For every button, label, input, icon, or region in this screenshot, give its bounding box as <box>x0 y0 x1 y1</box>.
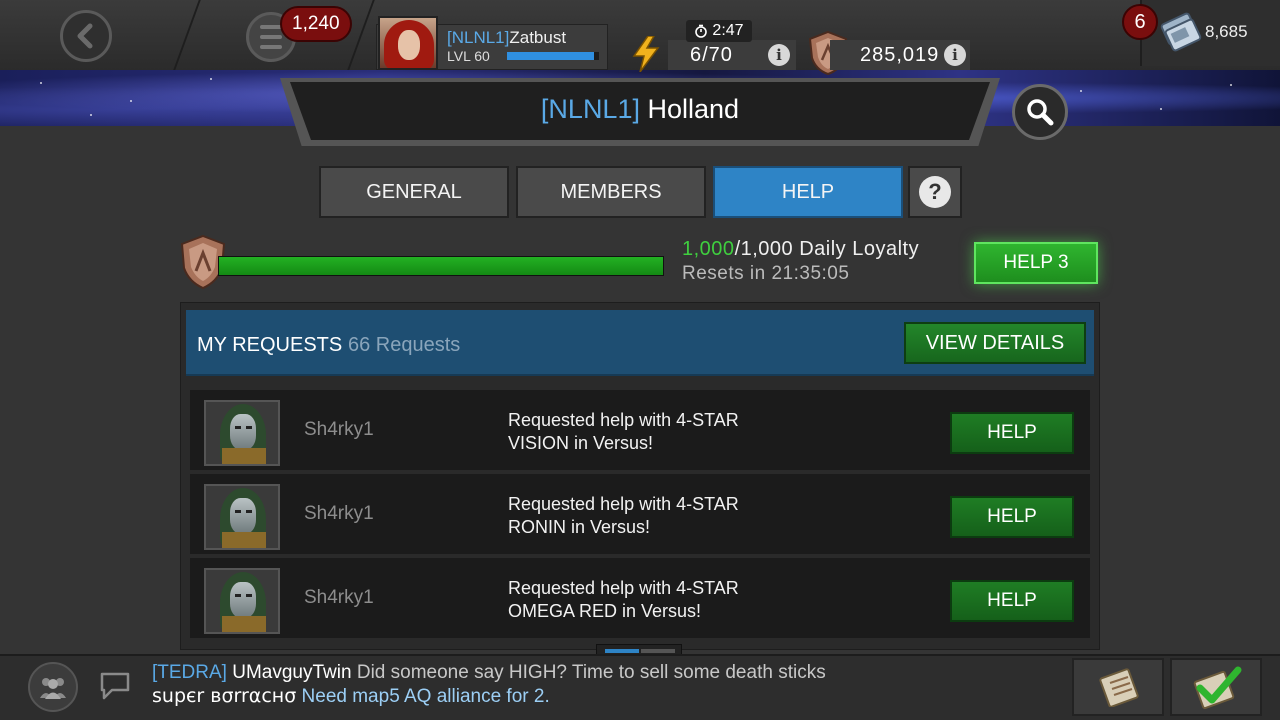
xp-bar <box>507 52 599 60</box>
help-button[interactable]: HELP <box>950 412 1074 454</box>
daily-loyalty-text: 1,000/1,000 Daily Loyalty <box>682 238 919 261</box>
alliance-members-button[interactable] <box>28 662 78 712</box>
player-alliance-tag: [NLNL1] <box>447 28 510 47</box>
chat-message: supєr вσrrαcнσ Need map5 AQ alliance for… <box>152 685 550 708</box>
question-icon: ? <box>919 176 951 208</box>
checkmark-icon <box>1193 666 1242 710</box>
xp-bar-fill <box>507 52 595 60</box>
request-message: Requested help with 4-STAR OMEGA RED in … <box>508 578 739 621</box>
info-icon[interactable]: i <box>768 44 790 66</box>
alliance-members-icon <box>40 678 66 699</box>
completed-button[interactable] <box>1170 658 1262 716</box>
view-details-button[interactable]: VIEW DETAILS <box>904 322 1086 364</box>
request-user[interactable]: Sh4rky1 <box>304 503 374 525</box>
search-icon <box>1027 99 1054 126</box>
chat-user[interactable]: UMavguyTwin <box>232 662 351 683</box>
request-row: Sh4rky1 Requested help with 4-STAR OMEGA… <box>190 558 1090 638</box>
energy-icon <box>632 36 660 72</box>
request-row: Sh4rky1 Requested help with 4-STAR RONIN… <box>190 474 1090 554</box>
loyalty-total: 285,019 <box>860 44 940 66</box>
tab-general[interactable]: GENERAL <box>319 166 509 218</box>
quests-button[interactable] <box>1072 658 1164 716</box>
units-notification-badge: 6 <box>1122 4 1158 40</box>
tab-help[interactable]: HELP <box>713 166 903 218</box>
loyalty-reset-timer: Resets in 21:35:05 <box>682 263 850 284</box>
chat-bubble-icon[interactable] <box>98 668 132 702</box>
request-user[interactable]: Sh4rky1 <box>304 419 374 441</box>
units-value: 8,685 <box>1205 22 1248 41</box>
chat-message: [TEDRA] UMavguyTwin Did someone say HIGH… <box>152 662 826 684</box>
chat-text: Did someone say HIGH? Time to sell some … <box>356 662 826 683</box>
chat-text: Need map5 AQ alliance for 2. <box>301 686 550 707</box>
request-row: Sh4rky1 Requested help with 4-STAR VISIO… <box>190 390 1090 470</box>
timer-icon <box>695 24 708 38</box>
daily-loyalty-max: /1,000 Daily Loyalty <box>734 238 920 260</box>
my-requests-title: MY REQUESTS <box>197 334 343 356</box>
player-level: LVL 60 <box>447 48 490 64</box>
daily-loyalty-current: 1,000 <box>682 238 735 260</box>
request-message: Requested help with 4-STAR RONIN in Vers… <box>508 494 739 537</box>
alliance-name: Holland <box>647 94 740 124</box>
menu-icon <box>260 22 282 52</box>
energy-value: 6/70 <box>690 44 733 66</box>
player-name: [NLNL1]Zatbust <box>447 28 566 48</box>
daily-loyalty-progress <box>218 256 664 276</box>
player-avatar[interactable] <box>378 16 438 70</box>
alliance-name-banner: [NLNL1] Holland <box>280 78 1000 146</box>
player-name-text: Zatbust <box>509 28 567 47</box>
menu-notification-badge: 1,240 <box>280 6 352 42</box>
help-info-button[interactable]: ? <box>908 166 962 218</box>
back-icon <box>77 23 93 49</box>
alliance-title: [NLNL1] Holland <box>280 94 1000 125</box>
back-button[interactable] <box>60 10 112 62</box>
champion-portrait <box>204 568 280 634</box>
chat-user[interactable]: supєr вσrrαcнσ <box>152 685 296 707</box>
daily-loyalty-progress-fill <box>219 257 663 275</box>
search-button[interactable] <box>1012 84 1068 140</box>
energy-timer-text: 2:47 <box>712 22 744 39</box>
alliance-tag: [NLNL1] <box>540 94 640 124</box>
help-3-button[interactable]: HELP 3 <box>974 242 1098 284</box>
help-button[interactable]: HELP <box>950 496 1074 538</box>
request-message: Requested help with 4-STAR VISION in Ver… <box>508 410 739 453</box>
chat-alliance-tag: [TEDRA] <box>152 662 227 683</box>
help-button[interactable]: HELP <box>950 580 1074 622</box>
champion-portrait <box>204 400 280 466</box>
my-requests-count: 66 Requests <box>348 334 461 356</box>
units-icon <box>1160 12 1202 52</box>
champion-portrait <box>204 484 280 550</box>
request-user[interactable]: Sh4rky1 <box>304 587 374 609</box>
energy-timer: 2:47 <box>686 20 752 42</box>
quests-icon <box>1099 668 1139 707</box>
tab-members[interactable]: MEMBERS <box>516 166 706 218</box>
info-icon[interactable]: i <box>944 44 966 66</box>
